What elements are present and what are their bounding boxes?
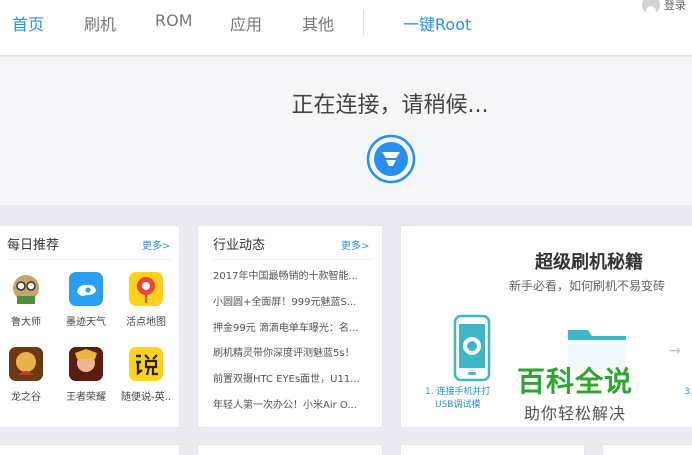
guide-title: 超级刷机秘籍: [535, 252, 643, 273]
bottom-card: [400, 444, 585, 455]
ludashi-icon: [9, 272, 43, 306]
card-divider: [7, 259, 171, 260]
baike-watermark: 百科全说 助你轻松解决: [497, 340, 667, 426]
daily-recommend-title: 每日推荐: [7, 238, 60, 253]
app-label: 鲁大师: [11, 317, 41, 328]
news-item[interactable]: 小圆圆+全面屏！999元魅蓝S...: [213, 293, 363, 308]
news-item[interactable]: 前置双摄HTC EYEs面世，U11...: [213, 370, 363, 385]
app-item[interactable]: 王者荣耀: [61, 347, 111, 403]
login-label: 登录: [664, 0, 686, 12]
flash-genie-logo-icon: [366, 134, 416, 184]
step1-line2: USB调试模: [434, 400, 481, 410]
tab-apps[interactable]: 应用: [230, 11, 262, 35]
app-label: 墨迹天气: [66, 317, 106, 328]
app-label: 随便说-英...: [121, 392, 171, 403]
news-item[interactable]: 年轻人第一次办公！小米Air O...: [213, 396, 363, 411]
moji-weather-icon: [69, 272, 103, 306]
step1-line1: 1. 连接手机并打: [425, 387, 491, 397]
app-item[interactable]: 龙之谷: [1, 347, 51, 403]
daily-more-link[interactable]: 更多>: [142, 237, 170, 252]
news-item[interactable]: 押金99元 滴滴电单车曝光：名...: [213, 319, 363, 334]
app-item[interactable]: 活点地图: [121, 272, 171, 328]
login-button[interactable]: 登录: [642, 0, 686, 14]
app-window: 首页 刷机 ROM 应用 其他 一键Root 登录 正在连接，请稍候... 每日…: [0, 0, 692, 455]
nav-divider: [363, 10, 364, 36]
connect-panel: 正在连接，请稍候...: [0, 57, 692, 205]
news-item[interactable]: 刷机精灵带你深度评测魅蓝5s！: [213, 344, 363, 359]
industry-news-card: 行业动态 更多> 2017年中国最畅销的十款智能... 小圆圆+全面屏！999元…: [197, 225, 383, 428]
app-label: 王者荣耀: [66, 392, 106, 403]
user-avatar-icon: [642, 0, 660, 14]
arrow-right-icon: →: [669, 343, 681, 359]
app-label: 龙之谷: [11, 392, 41, 403]
app-item[interactable]: 墨迹天气: [61, 272, 111, 328]
card-divider: [213, 259, 374, 260]
news-item[interactable]: 2017年中国最畅销的十款智能...: [213, 267, 363, 282]
app-item[interactable]: 鲁大师: [1, 272, 51, 328]
app-label: 活点地图: [126, 317, 166, 328]
tab-home[interactable]: 首页: [12, 11, 44, 35]
guide-step-1: 1. 连接手机并打 USB调试模: [425, 386, 490, 412]
suibianshuo-icon: [129, 347, 163, 381]
tab-other[interactable]: 其他: [302, 11, 334, 35]
top-nav: 首页 刷机 ROM 应用 其他 一键Root 登录: [0, 0, 692, 56]
bottom-card: [602, 444, 692, 455]
watermark-subtitle: 助你轻松解决: [524, 404, 627, 423]
dragon-nest-icon: [9, 347, 43, 381]
huodian-map-icon: [129, 272, 163, 306]
tab-flash[interactable]: 刷机: [84, 11, 116, 35]
guide-step-3: 3.: [684, 387, 692, 397]
honor-of-kings-icon: [69, 347, 103, 381]
guide-subtitle: 新手必看，如何刷机不易变砖: [509, 279, 666, 293]
tab-rom[interactable]: ROM: [155, 11, 193, 30]
daily-recommend-card: 每日推荐 更多> 鲁大师 墨迹天气 活点地图 龙之谷 王者荣耀 随便说-英...: [0, 225, 180, 428]
bottom-card: [197, 444, 383, 455]
tab-one-click-root[interactable]: 一键Root: [403, 11, 471, 35]
industry-news-title: 行业动态: [213, 238, 266, 253]
phone-icon: [453, 314, 491, 382]
bottom-card: [0, 444, 180, 455]
connect-status-text: 正在连接，请稍候...: [291, 93, 489, 118]
watermark-title: 百科全说: [517, 365, 634, 398]
industry-more-link[interactable]: 更多>: [341, 237, 369, 252]
app-item[interactable]: 随便说-英...: [121, 347, 171, 403]
